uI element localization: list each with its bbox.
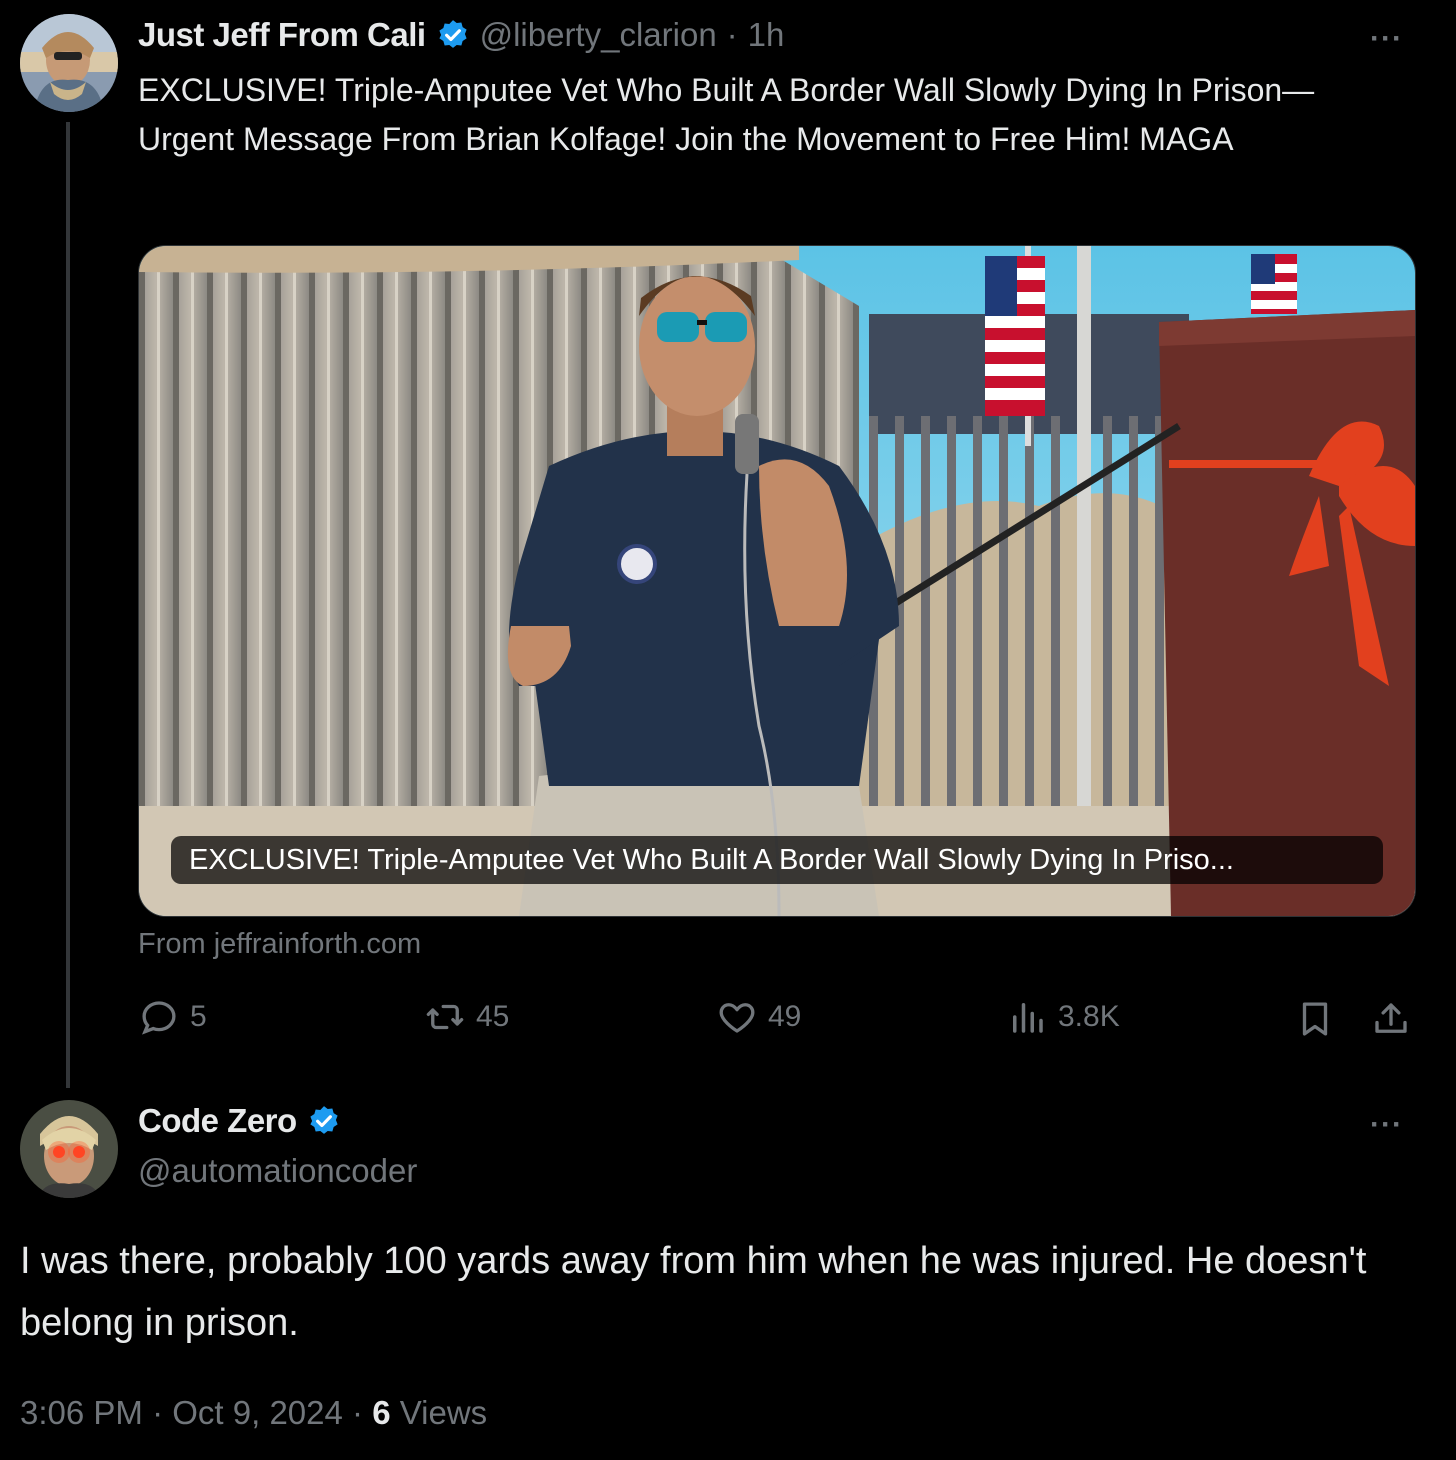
reply-date[interactable]: Oct 9, 2024 xyxy=(172,1394,343,1431)
post-text: EXCLUSIVE! Triple-Amputee Vet Who Built … xyxy=(138,72,1315,157)
views-chart-icon xyxy=(1013,1003,1043,1033)
article-image xyxy=(139,246,1415,916)
author-name[interactable]: Code Zero xyxy=(138,1102,297,1140)
card-title-overlay: EXCLUSIVE! Triple-Amputee Vet Who Built … xyxy=(171,836,1383,884)
repost-icon xyxy=(426,1004,464,1030)
card-source-domain[interactable]: From jeffrainforth.com xyxy=(138,928,421,961)
repost-count: 45 xyxy=(476,1000,510,1033)
reply-time[interactable]: 3:06 PM xyxy=(20,1394,143,1431)
link-preview-card[interactable]: EXCLUSIVE! Triple-Amputee Vet Who Built … xyxy=(138,245,1416,917)
bookmark-button[interactable] xyxy=(1294,996,1336,1047)
verified-badge-icon xyxy=(436,18,470,52)
like-count: 49 xyxy=(768,1000,802,1033)
thread-connector-line xyxy=(66,122,70,1088)
like-button[interactable]: 49 xyxy=(716,996,801,1038)
post-timestamp[interactable]: 1h xyxy=(748,16,785,54)
reply-views-label: Views xyxy=(399,1394,488,1431)
reply-meta: 3:06 PM · Oct 9, 2024 · 6 Views xyxy=(20,1394,487,1432)
reply-header: Code Zero xyxy=(138,1102,341,1140)
header-separator: · xyxy=(726,16,738,53)
reply-icon xyxy=(141,1001,176,1035)
more-options-icon[interactable]: ··· xyxy=(1370,1108,1403,1142)
reply-text: I was there, probably 100 yards away fro… xyxy=(20,1240,1367,1344)
views-count: 3.8K xyxy=(1058,1000,1120,1033)
heart-icon xyxy=(719,1003,755,1033)
more-options-icon[interactable]: ··· xyxy=(1370,22,1403,56)
post-header: Just Jeff From Cali @liberty_clarion · 1… xyxy=(138,16,784,54)
author-handle[interactable]: @automationcoder xyxy=(138,1152,417,1190)
verified-badge-icon xyxy=(307,1104,341,1138)
avatar[interactable] xyxy=(20,14,118,112)
share-icon xyxy=(1375,1003,1407,1033)
repost-button[interactable]: 45 xyxy=(424,996,509,1038)
reply-views-count: 6 xyxy=(372,1394,391,1431)
meta-separator: · xyxy=(152,1394,164,1431)
views-button[interactable]: 3.8K xyxy=(1006,996,1120,1038)
author-name[interactable]: Just Jeff From Cali xyxy=(138,16,426,54)
share-button[interactable] xyxy=(1370,996,1412,1047)
meta-separator: · xyxy=(352,1394,364,1431)
avatar[interactable] xyxy=(20,1100,118,1198)
author-handle[interactable]: @liberty_clarion xyxy=(480,16,717,54)
reply-button[interactable]: 5 xyxy=(138,996,207,1038)
bookmark-icon xyxy=(1302,1002,1328,1036)
reply-count: 5 xyxy=(190,1000,207,1033)
